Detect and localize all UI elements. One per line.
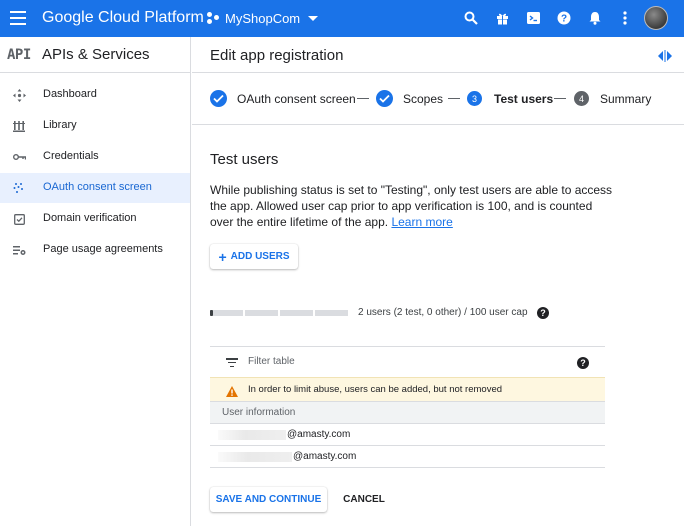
- sidebar-item-label: Dashboard: [43, 88, 97, 100]
- sidebar-item-label: OAuth consent screen: [43, 181, 152, 193]
- column-header: User information: [210, 401, 605, 423]
- help-icon[interactable]: ?: [556, 10, 572, 26]
- project-icon: [207, 12, 219, 24]
- more-vert-icon[interactable]: [617, 10, 633, 26]
- sidebar-item-library[interactable]: Library: [0, 111, 190, 141]
- sidebar-item-domain-verification[interactable]: Domain verification: [0, 204, 190, 234]
- stepper: OAuth consent screen Scopes 3 Test users…: [192, 73, 684, 125]
- step-number-badge: 3: [467, 91, 482, 106]
- brand-title[interactable]: Google Cloud Platform: [42, 9, 204, 27]
- sidebar-item-dashboard[interactable]: Dashboard: [0, 80, 190, 110]
- sidebar-title: APIs & Services: [42, 46, 150, 63]
- sidebar-item-label: Domain verification: [43, 212, 137, 224]
- user-cap-text: 2 users (2 test, 0 other) / 100 user cap: [358, 307, 528, 318]
- help-icon[interactable]: ?: [537, 307, 549, 319]
- project-name: MyShopCom: [225, 10, 301, 26]
- page-title: Edit app registration: [210, 47, 344, 64]
- warning-text: In order to limit abuse, users can be ad…: [248, 384, 503, 395]
- api-logo: API: [7, 47, 31, 63]
- sidebar-item-label: Library: [43, 119, 77, 131]
- sidebar-header: API APIs & Services: [0, 37, 190, 73]
- user-email: @amasty.com: [293, 451, 357, 462]
- table-row: @amasty.com: [210, 445, 605, 467]
- collapse-panel-icon[interactable]: [658, 49, 672, 62]
- search-icon[interactable]: [463, 10, 479, 26]
- filter-table-input[interactable]: [248, 356, 548, 367]
- step-number-badge: 4: [574, 91, 589, 106]
- add-users-button[interactable]: + ADD USERS: [210, 244, 298, 269]
- sidebar-item-oauth-consent-screen[interactable]: OAuth consent screen: [0, 173, 190, 203]
- filter-row: ?: [210, 346, 605, 377]
- sidebar: API APIs & Services Dashboard Library Cr…: [0, 37, 191, 526]
- consent-icon: [12, 181, 26, 195]
- step-test-users[interactable]: Test users: [494, 92, 553, 106]
- learn-more-link[interactable]: Learn more: [391, 215, 452, 229]
- gift-icon[interactable]: [494, 10, 510, 26]
- sidebar-item-page-usage-agreements[interactable]: Page usage agreements: [0, 235, 190, 265]
- step-summary[interactable]: Summary: [600, 92, 651, 106]
- description: While publishing status is set to "Testi…: [210, 182, 614, 230]
- project-selector[interactable]: MyShopCom: [207, 8, 319, 28]
- page-header: Edit app registration: [192, 37, 684, 73]
- save-and-continue-button[interactable]: SAVE AND CONTINUE: [210, 487, 327, 512]
- svg-text:?: ?: [561, 14, 567, 25]
- user-cap-progress-bar: [210, 310, 348, 316]
- key-icon: [12, 150, 26, 164]
- redacted-username: [218, 452, 292, 462]
- cancel-button[interactable]: CANCEL: [337, 487, 391, 512]
- sidebar-item-credentials[interactable]: Credentials: [0, 142, 190, 172]
- settings-list-icon: [12, 243, 26, 257]
- warning-icon: [226, 384, 238, 397]
- section-title: Test users: [210, 151, 279, 168]
- step-connector: [554, 98, 566, 99]
- step-scopes[interactable]: Scopes: [403, 92, 443, 106]
- cloud-shell-icon[interactable]: [525, 10, 541, 26]
- redacted-username: [218, 430, 286, 440]
- sidebar-item-label: Credentials: [43, 150, 99, 162]
- dashboard-icon: [12, 88, 26, 102]
- account-avatar[interactable]: [644, 6, 668, 30]
- check-icon: [210, 90, 227, 107]
- plus-icon: +: [218, 248, 227, 265]
- table-row: @amasty.com: [210, 423, 605, 445]
- library-icon: [12, 119, 26, 133]
- user-cap-progress-fill: [210, 310, 213, 316]
- add-users-label: ADD USERS: [230, 251, 290, 262]
- step-connector: [357, 98, 369, 99]
- domain-check-icon: [12, 212, 26, 226]
- help-icon[interactable]: ?: [577, 357, 589, 369]
- top-app-bar: Google Cloud Platform MyShopCom ?: [0, 0, 684, 37]
- check-icon: [376, 90, 393, 107]
- chevron-down-icon: [308, 15, 319, 21]
- column-header-user-information: User information: [222, 407, 296, 418]
- notifications-icon[interactable]: [587, 10, 603, 26]
- menu-icon[interactable]: [10, 11, 26, 25]
- filter-icon[interactable]: [226, 358, 238, 367]
- user-email: @amasty.com: [287, 429, 351, 440]
- warning-banner: In order to limit abuse, users can be ad…: [210, 377, 605, 401]
- step-connector: [448, 98, 460, 99]
- sidebar-item-label: Page usage agreements: [43, 243, 163, 255]
- step-oauth-consent-screen[interactable]: OAuth consent screen: [237, 92, 356, 106]
